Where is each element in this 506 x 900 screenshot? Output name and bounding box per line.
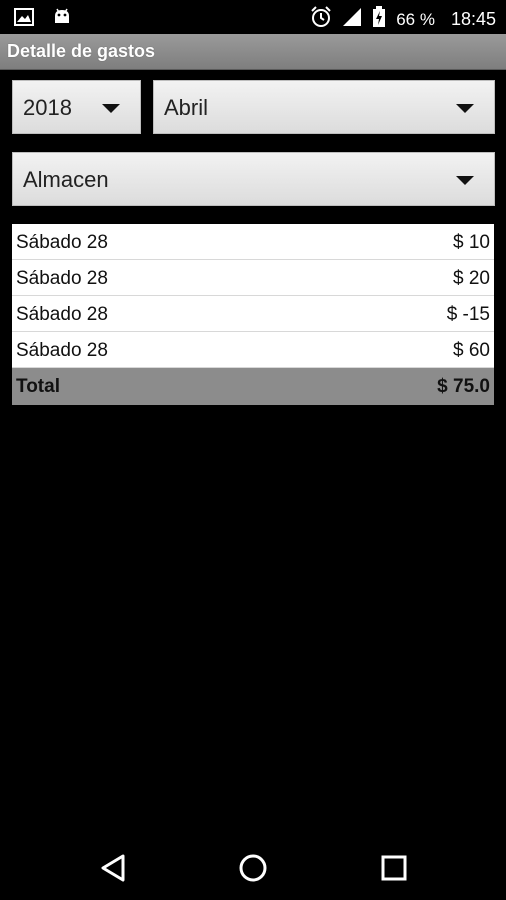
dropdown-arrow-icon [456, 176, 474, 185]
expense-row[interactable]: Sábado 28 $ 20 [12, 260, 494, 296]
category-spinner[interactable]: Almacen [12, 152, 495, 206]
year-value: 2018 [23, 95, 72, 120]
expense-amount: $ 20 [453, 268, 490, 289]
navigation-bar [0, 830, 506, 900]
expense-row[interactable]: Sábado 28 $ 10 [12, 224, 494, 260]
image-icon [14, 7, 34, 32]
alarm-icon [310, 6, 332, 33]
recents-icon[interactable] [374, 848, 414, 888]
signal-icon [342, 7, 362, 32]
year-spinner[interactable]: 2018 [12, 80, 141, 134]
total-amount: $ 75.0 [437, 376, 490, 397]
expense-date: Sábado 28 [16, 340, 108, 361]
expense-row[interactable]: Sábado 28 $ -15 [12, 296, 494, 332]
status-bar: 66 % 18:45 [0, 0, 506, 34]
expense-date: Sábado 28 [16, 304, 108, 325]
expense-row[interactable]: Sábado 28 $ 60 [12, 332, 494, 368]
android-icon [52, 7, 72, 32]
month-value: Abril [164, 95, 209, 120]
expense-date: Sábado 28 [16, 268, 108, 289]
app-title: Detalle de gastos [7, 41, 156, 61]
home-icon[interactable] [233, 848, 273, 888]
category-value: Almacen [23, 167, 109, 192]
expense-date: Sábado 28 [16, 232, 108, 253]
total-row: Total $ 75.0 [12, 368, 494, 405]
expense-amount: $ 10 [453, 232, 490, 253]
expense-table: Sábado 28 $ 10 Sábado 28 $ 20 Sábado 28 … [12, 224, 494, 405]
back-icon[interactable] [94, 848, 134, 888]
total-label: Total [16, 376, 60, 397]
expense-amount: $ 60 [453, 340, 490, 361]
battery-charging-icon [372, 6, 386, 33]
clock: 18:45 [450, 9, 496, 29]
expense-amount: $ -15 [446, 304, 490, 325]
dropdown-arrow-icon [456, 104, 474, 113]
action-bar: Detalle de gastos [0, 34, 506, 70]
dropdown-arrow-icon [102, 104, 120, 113]
battery-percentage: 66 % [396, 9, 435, 29]
month-spinner[interactable]: Abril [153, 80, 495, 134]
